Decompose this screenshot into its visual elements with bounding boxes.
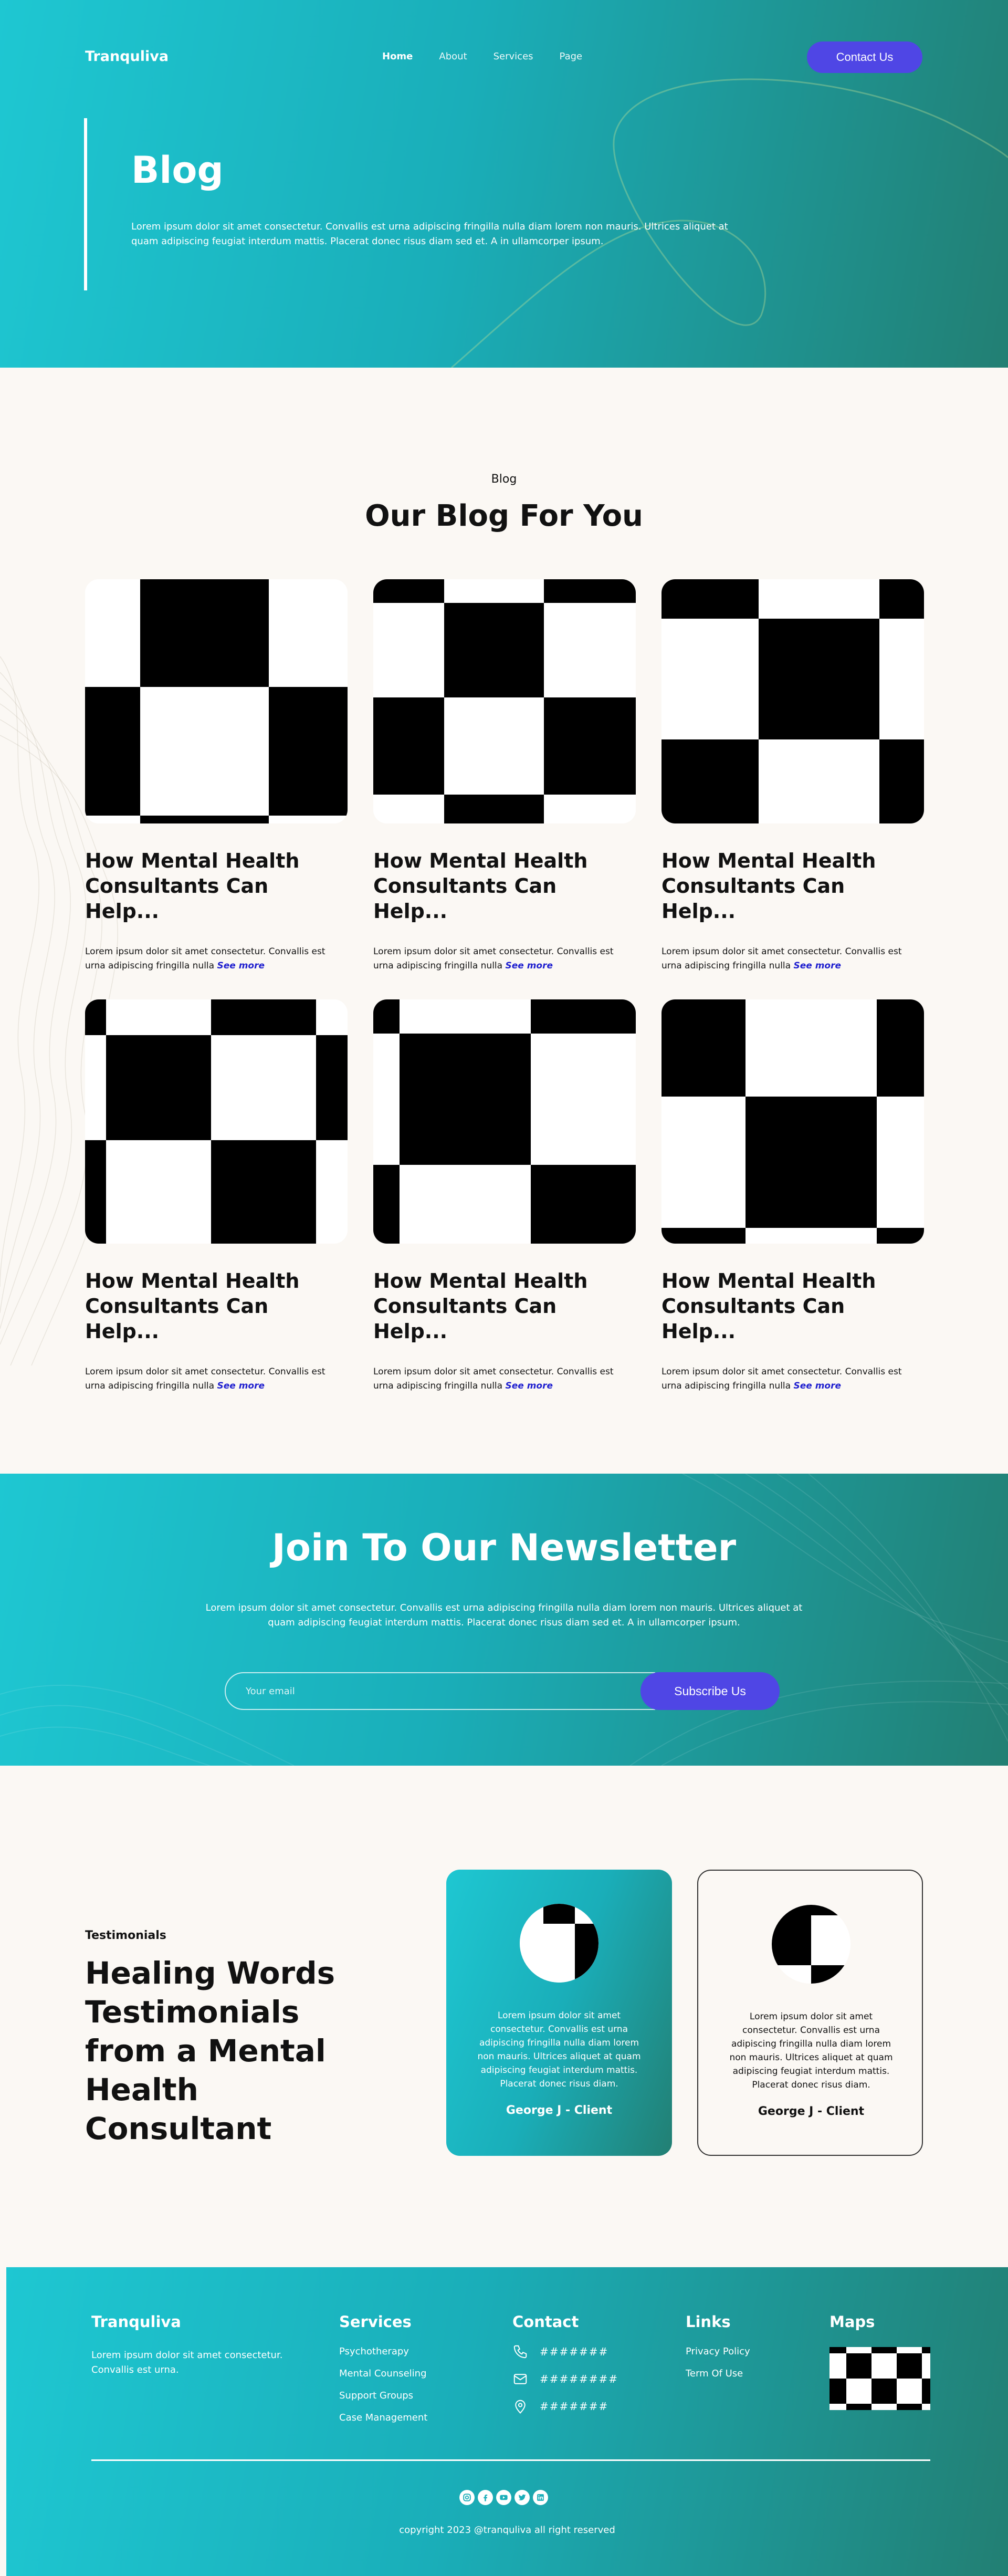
contact-address-value: #######	[540, 2400, 609, 2413]
blog-card-text: Lorem ipsum dolor sit amet consectetur. …	[85, 946, 326, 971]
blog-card-image[interactable]	[662, 999, 924, 1244]
blog-card-image[interactable]	[662, 579, 924, 823]
nav-link-services[interactable]: Services	[494, 51, 533, 62]
subscribe-button[interactable]: Subscribe Us	[640, 1672, 780, 1710]
newsletter-description: Lorem ipsum dolor sit amet consectetur. …	[205, 1602, 803, 1628]
client-avatar	[520, 1904, 598, 1983]
footer-link-term-of-use[interactable]: Term Of Use	[686, 2368, 750, 2380]
email-input[interactable]	[225, 1672, 655, 1710]
see-more-link[interactable]: See more	[793, 961, 841, 971]
see-more-link[interactable]: See more	[505, 1381, 553, 1391]
blog-card-text: Lorem ipsum dolor sit amet consectetur. …	[373, 1367, 614, 1391]
footer-links-title: Links	[686, 2313, 731, 2331]
hero-description: Lorem ipsum dolor sit amet consectetur. …	[131, 221, 728, 247]
blog-card-image[interactable]	[373, 579, 636, 823]
blog-card[interactable]: How Mental Health Consultants Can Help..…	[85, 579, 348, 973]
twitter-icon[interactable]	[514, 2490, 530, 2505]
phone-icon	[513, 2345, 527, 2359]
footer-services-list: Psychotherapy Mental Counseling Support …	[339, 2346, 427, 2434]
blog-card[interactable]: How Mental Health Consultants Can Help..…	[662, 999, 924, 1393]
blog-card-text: Lorem ipsum dolor sit amet consectetur. …	[373, 946, 614, 971]
blog-card-title[interactable]: How Mental Health Consultants Can Help..…	[662, 848, 924, 924]
footer-contact-title: Contact	[512, 2313, 579, 2331]
blog-card-title[interactable]: How Mental Health Consultants Can Help..…	[85, 848, 348, 924]
see-more-link[interactable]: See more	[217, 961, 265, 971]
footer-link-privacy-policy[interactable]: Privacy Policy	[686, 2346, 750, 2358]
site-footer: Tranquliva Lorem ipsum dolor sit amet co…	[6, 2267, 1008, 2576]
see-more-link[interactable]: See more	[793, 1381, 841, 1391]
blog-card-image[interactable]	[373, 999, 636, 1244]
blog-card-title[interactable]: How Mental Health Consultants Can Help..…	[662, 1268, 924, 1344]
contact-email[interactable]: ########	[512, 2371, 618, 2387]
testimonials-heading: Healing Words Testimonials from a Mental…	[85, 1955, 335, 2146]
see-more-link[interactable]: See more	[505, 961, 553, 971]
location-pin-icon	[515, 2400, 526, 2414]
blog-card-text: Lorem ipsum dolor sit amet consectetur. …	[662, 1367, 902, 1391]
blog-card-excerpt: Lorem ipsum dolor sit amet consectetur. …	[373, 945, 636, 973]
contact-us-button[interactable]: Contact Us	[807, 41, 922, 73]
client-avatar	[772, 1905, 850, 1984]
footer-divider	[91, 2459, 930, 2461]
social-links	[459, 2490, 548, 2505]
testimonial-author: George J - Client	[758, 2105, 865, 2118]
contact-phone-value: #######	[540, 2345, 609, 2358]
see-more-link[interactable]: See more	[217, 1381, 265, 1391]
blog-card-excerpt: Lorem ipsum dolor sit amet consectetur. …	[662, 1365, 924, 1393]
nav-link-home[interactable]: Home	[382, 51, 413, 62]
hero-section: Tranquliva Home About Services Page Cont…	[0, 0, 1008, 368]
footer-links-list: Privacy Policy Term Of Use	[686, 2346, 750, 2390]
footer-brand[interactable]: Tranquliva	[91, 2313, 181, 2331]
testimonial-card: Lorem ipsum dolor sit amet consectetur. …	[446, 1870, 672, 2156]
footer-link-psychotherapy[interactable]: Psychotherapy	[339, 2346, 427, 2358]
blog-card-excerpt: Lorem ipsum dolor sit amet consectetur. …	[373, 1365, 636, 1393]
testimonial-author: George J - Client	[506, 2104, 613, 2117]
footer-services-title: Services	[339, 2313, 412, 2331]
testimonial-card: Lorem ipsum dolor sit amet consectetur. …	[697, 1870, 923, 2156]
footer-link-support-groups[interactable]: Support Groups	[339, 2390, 427, 2402]
contact-email-value: ########	[540, 2373, 619, 2385]
linkedin-icon[interactable]	[533, 2490, 548, 2505]
blog-heading: Our Blog For You	[365, 499, 643, 533]
facebook-icon[interactable]	[478, 2490, 493, 2505]
blog-card-title[interactable]: How Mental Health Consultants Can Help..…	[373, 848, 636, 924]
footer-link-mental-counseling[interactable]: Mental Counseling	[339, 2368, 427, 2380]
page-title: Blog	[131, 149, 224, 192]
blog-card-text: Lorem ipsum dolor sit amet consectetur. …	[85, 1367, 326, 1391]
newsletter-section: Join To Our Newsletter Lorem ipsum dolor…	[0, 1474, 1008, 1766]
newsletter-title: Join To Our Newsletter	[271, 1526, 737, 1569]
blog-card-text: Lorem ipsum dolor sit amet consectetur. …	[662, 946, 902, 971]
footer-link-case-management[interactable]: Case Management	[339, 2412, 427, 2424]
blog-card-image[interactable]	[85, 579, 348, 823]
testimonial-quote: Lorem ipsum dolor sit amet consectetur. …	[477, 2010, 641, 2089]
nav-link-about[interactable]: About	[439, 51, 467, 62]
blog-eyebrow: Blog	[491, 473, 517, 486]
blog-card-excerpt: Lorem ipsum dolor sit amet consectetur. …	[662, 945, 924, 973]
instagram-icon[interactable]	[459, 2490, 475, 2505]
blog-card-title[interactable]: How Mental Health Consultants Can Help..…	[85, 1268, 348, 1344]
copyright-text: copyright 2023 @tranquliva all right res…	[399, 2525, 615, 2536]
youtube-icon[interactable]	[496, 2490, 511, 2505]
footer-brand-text: Lorem ipsum dolor sit amet consectetur. …	[91, 2350, 283, 2375]
blog-card[interactable]: How Mental Health Consultants Can Help..…	[373, 999, 636, 1393]
blog-card-title[interactable]: How Mental Health Consultants Can Help..…	[373, 1268, 636, 1344]
blog-card-image[interactable]	[85, 999, 348, 1244]
blog-card-excerpt: Lorem ipsum dolor sit amet consectetur. …	[85, 1365, 348, 1393]
testimonials-eyebrow: Testimonials	[85, 1929, 166, 1942]
main-nav: Home About Services Page	[382, 51, 582, 62]
testimonial-quote: Lorem ipsum dolor sit amet consectetur. …	[729, 2011, 893, 2090]
contact-phone[interactable]: #######	[512, 2344, 608, 2360]
blog-card-excerpt: Lorem ipsum dolor sit amet consectetur. …	[85, 945, 348, 973]
hero-accent-bar	[84, 118, 87, 290]
blog-card[interactable]: How Mental Health Consultants Can Help..…	[662, 579, 924, 973]
nav-brand-logo[interactable]: Tranquliva	[85, 48, 169, 65]
mail-icon	[513, 2374, 527, 2384]
footer-maps-title: Maps	[830, 2313, 875, 2331]
contact-address[interactable]: #######	[512, 2398, 608, 2414]
blog-card[interactable]: How Mental Health Consultants Can Help..…	[85, 999, 348, 1393]
footer-map[interactable]	[830, 2347, 930, 2410]
nav-link-page[interactable]: Page	[560, 51, 583, 62]
blog-card[interactable]: How Mental Health Consultants Can Help..…	[373, 579, 636, 973]
